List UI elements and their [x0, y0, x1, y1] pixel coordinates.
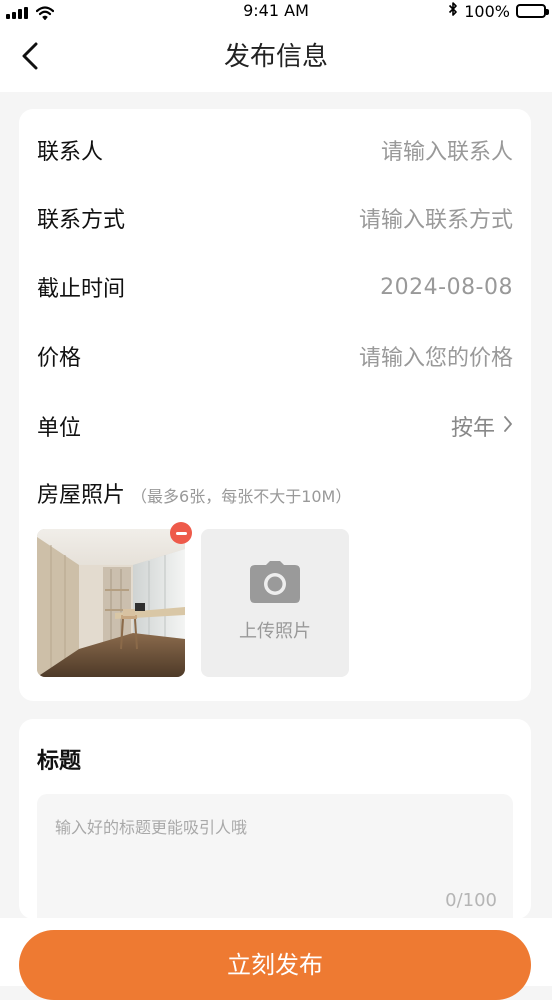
bluetooth-icon — [448, 1, 458, 21]
remove-photo-button[interactable] — [170, 522, 192, 544]
unit-label: 单位 — [37, 416, 82, 441]
title-heading: 标题 — [37, 749, 82, 774]
deadline-value[interactable]: 2024-08-08 — [380, 275, 513, 300]
status-right: 100% — [448, 0, 549, 22]
price-label: 价格 — [37, 346, 82, 371]
price-row[interactable]: 价格 请输入您的价格 — [37, 336, 513, 376]
battery-percent: 100% — [464, 1, 510, 21]
room-photo-image — [37, 529, 185, 677]
camera-icon — [249, 561, 301, 607]
info-card: 联系人 请输入联系人 联系方式 请输入联系方式 截止时间 2024-08-08 … — [19, 109, 531, 701]
nav-bar: 发布信息 — [0, 22, 552, 92]
title-textarea[interactable]: 输入好的标题更能吸引人哦 0/100 — [37, 794, 513, 919]
battery-icon — [516, 4, 549, 18]
unit-value: 按年 — [450, 416, 495, 441]
photos-label: 房屋照片 — [37, 483, 126, 508]
contact-name-label: 联系人 — [37, 140, 104, 165]
deadline-row[interactable]: 截止时间 2024-08-08 — [37, 267, 513, 307]
upload-photo-label: 上传照片 — [239, 621, 311, 642]
battery-tip — [546, 9, 549, 15]
page-title: 发布信息 — [223, 42, 328, 72]
bottom-bar: 立刻发布 — [0, 918, 552, 1000]
contact-method-label: 联系方式 — [37, 208, 126, 233]
photos-hint: （最多6张，每张不大于10M） — [131, 487, 352, 506]
status-bar: 9:41 AM 100% — [0, 0, 552, 22]
deadline-label: 截止时间 — [37, 277, 126, 302]
house-photo-thumbnail[interactable] — [37, 529, 185, 677]
upload-photo-button[interactable]: 上传照片 — [201, 529, 349, 677]
contact-name-input[interactable]: 请输入联系人 — [381, 134, 513, 166]
char-count: 0/100 — [445, 890, 497, 911]
publish-button[interactable]: 立刻发布 — [19, 930, 531, 1000]
title-placeholder: 输入好的标题更能吸引人哦 — [55, 818, 248, 837]
contact-name-row[interactable]: 联系人 请输入联系人 — [37, 130, 513, 170]
unit-row[interactable]: 单位 按年 — [37, 406, 513, 446]
contact-method-input[interactable]: 请输入联系方式 — [359, 202, 513, 234]
chevron-right-icon — [503, 414, 513, 439]
remove-icon — [175, 531, 187, 535]
unit-select[interactable]: 按年 — [451, 410, 513, 442]
contact-method-row[interactable]: 联系方式 请输入联系方式 — [37, 198, 513, 238]
title-card: 标题 输入好的标题更能吸引人哦 0/100 — [19, 719, 531, 919]
photos-header: 房屋照片 （最多6张，每张不大于10M） — [37, 477, 351, 509]
price-input[interactable]: 请输入您的价格 — [359, 340, 513, 372]
